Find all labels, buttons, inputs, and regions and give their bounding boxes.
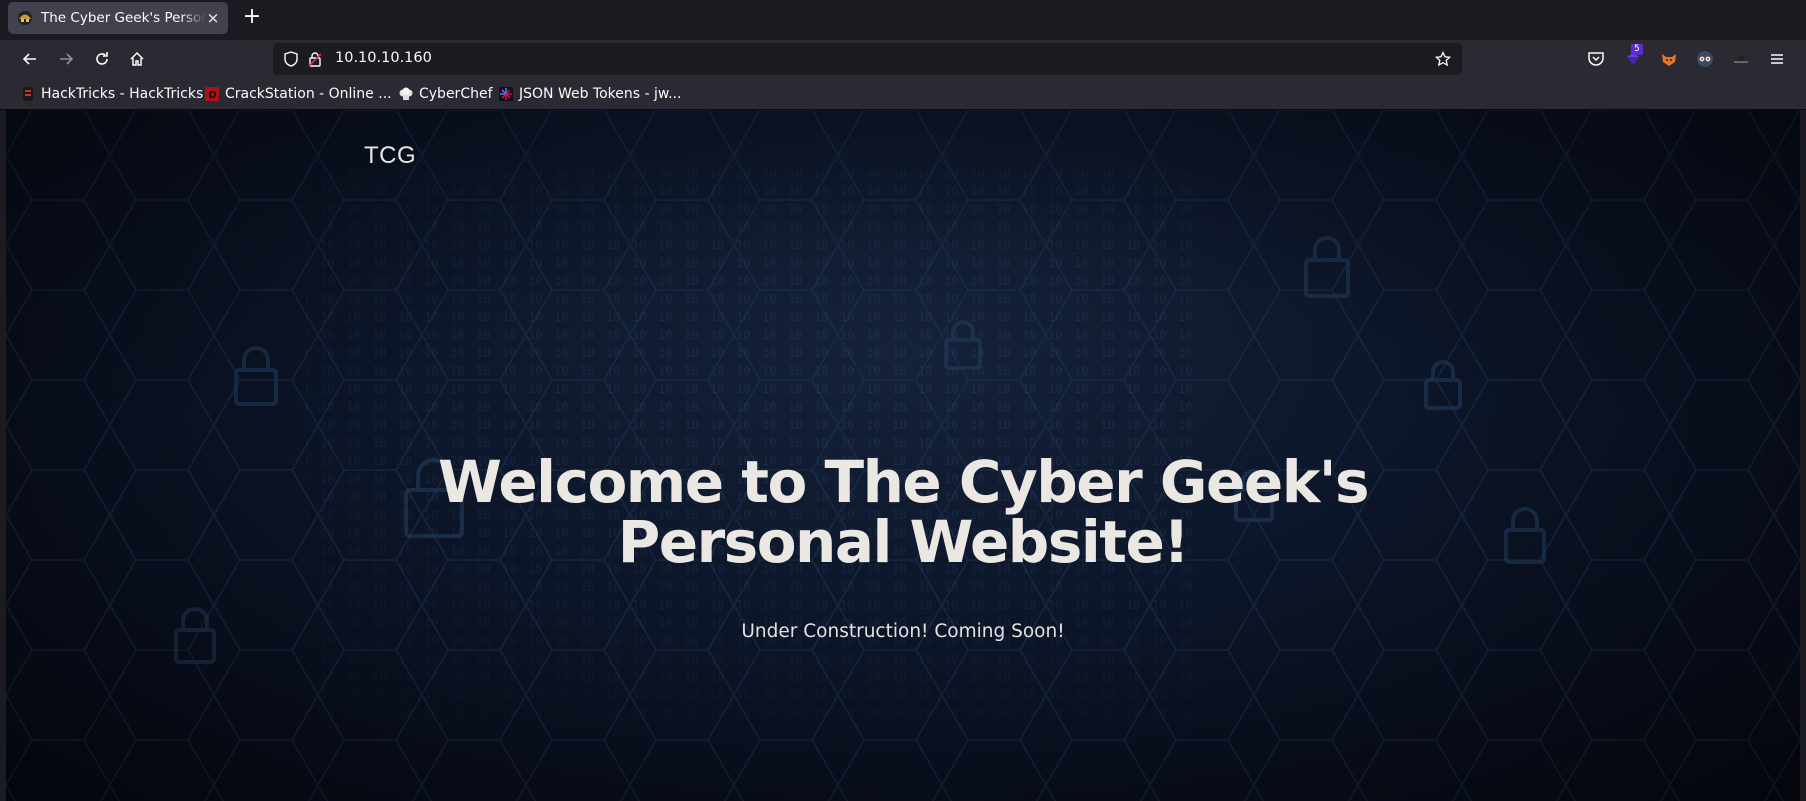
new-tab-button[interactable]: + bbox=[240, 6, 264, 30]
fox-icon[interactable] bbox=[1660, 50, 1678, 68]
website-viewport: 10 TCG Welcome to The Cyber Geek's Perso… bbox=[6, 110, 1800, 801]
bookmarks-toolbar: HackTricks - HackTricks D CrackStation -… bbox=[0, 78, 1806, 110]
tab-strip: The Cyber Geek's Personal Website × + bbox=[0, 0, 1806, 36]
tab-close-icon[interactable]: × bbox=[206, 9, 220, 27]
star-icon[interactable] bbox=[1435, 51, 1451, 67]
bookmark-crackstation[interactable]: D CrackStation - Online ... bbox=[205, 85, 392, 103]
hero-subtitle: Under Construction! Coming Soon! bbox=[741, 621, 1065, 642]
bookmark-jwt[interactable]: JSON Web Tokens - jw... bbox=[499, 85, 681, 103]
back-button[interactable] bbox=[16, 45, 44, 73]
home-button[interactable] bbox=[123, 45, 151, 73]
pocket-icon[interactable] bbox=[1587, 50, 1605, 68]
hero-headline-line1: Welcome to The Cyber Geek's bbox=[437, 448, 1370, 516]
forward-icon bbox=[60, 53, 74, 65]
window-edge bbox=[1800, 110, 1806, 801]
menu-icon[interactable] bbox=[1768, 50, 1786, 68]
home-icon bbox=[130, 51, 144, 66]
bookmark-cyberchef[interactable]: CyberChef bbox=[399, 85, 493, 103]
reload-button[interactable] bbox=[88, 45, 116, 73]
bookmark-hacktricks[interactable]: HackTricks - HackTricks bbox=[21, 85, 203, 103]
hacktricks-icon bbox=[23, 87, 33, 101]
hacker-favicon-icon bbox=[18, 11, 32, 25]
shield-icon[interactable] bbox=[283, 51, 299, 67]
site-logo[interactable]: TCG bbox=[364, 142, 416, 170]
reload-icon bbox=[96, 52, 108, 65]
url-text[interactable]: 10.10.10.160 bbox=[335, 50, 432, 66]
bookmark-label: HackTricks - HackTricks bbox=[41, 86, 204, 102]
hero-headline: Welcome to The Cyber Geek's Personal Web… bbox=[6, 452, 1800, 572]
bookmark-label: CyberChef bbox=[419, 86, 493, 102]
extension-badge: 5 bbox=[1631, 44, 1643, 55]
bookmark-label: CrackStation - Online ... bbox=[225, 86, 392, 102]
glasses-icon[interactable] bbox=[1696, 50, 1714, 68]
tab-active[interactable]: The Cyber Geek's Personal Website × bbox=[8, 2, 228, 34]
tab-title: The Cyber Geek's Personal Website bbox=[41, 10, 206, 26]
bookmark-label: JSON Web Tokens - jw... bbox=[519, 86, 682, 102]
crackstation-icon: D bbox=[205, 87, 219, 101]
jwt-icon bbox=[499, 87, 513, 101]
hero-headline-line2: Personal Website! bbox=[617, 508, 1190, 576]
url-bar[interactable]: 10.10.10.160 bbox=[273, 43, 1462, 75]
hat-icon[interactable] bbox=[1732, 50, 1750, 68]
back-icon bbox=[22, 53, 36, 65]
chef-hat-icon bbox=[399, 87, 413, 100]
lock-icon[interactable] bbox=[307, 51, 323, 67]
svg-text:D: D bbox=[209, 90, 217, 101]
forward-button[interactable] bbox=[52, 45, 80, 73]
navigation-toolbar: 10.10.10.160 5 bbox=[0, 40, 1806, 78]
